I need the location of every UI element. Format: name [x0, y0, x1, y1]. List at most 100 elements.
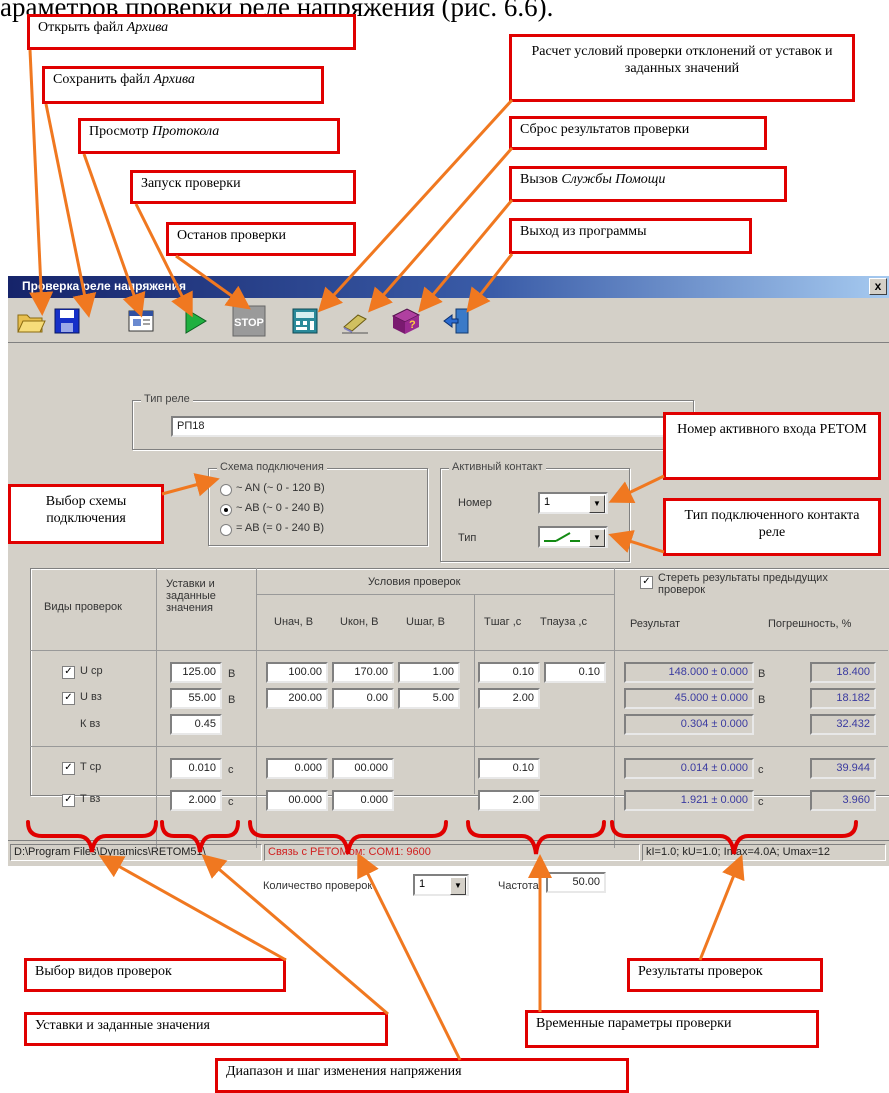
ukon-field[interactable]: 0.000: [332, 790, 394, 811]
contact-number-label: Номер: [458, 497, 492, 509]
scheme-radio-an[interactable]: [220, 484, 232, 496]
setting-field[interactable]: 0.45: [170, 714, 222, 735]
contact-type-select[interactable]: ▼: [538, 526, 608, 548]
unach-field[interactable]: 00.000: [266, 790, 328, 811]
count-label: Количество проверок: [263, 880, 373, 892]
arrow-check-types: [98, 855, 287, 962]
callout-start: Запуск проверки: [130, 170, 356, 204]
tshag-field[interactable]: 2.00: [478, 688, 540, 709]
relay-type-field[interactable]: РП18: [171, 416, 671, 437]
setting-field[interactable]: 125.00: [170, 662, 222, 683]
svg-text:STOP: STOP: [234, 317, 264, 329]
col-ukon-header: Uкон, В: [340, 616, 379, 628]
ushag-field[interactable]: 5.00: [398, 688, 460, 709]
reset-results-button[interactable]: [338, 304, 372, 338]
help-service-button[interactable]: ?: [388, 304, 422, 338]
callout-scheme: Выбор схемы подключения: [8, 484, 164, 544]
stop-icon: STOP: [232, 305, 266, 337]
row-name: U вз: [80, 691, 102, 703]
count-select[interactable]: 1 ▼: [413, 874, 469, 896]
ushag-field[interactable]: 1.00: [398, 662, 460, 683]
start-check-button[interactable]: [178, 304, 212, 338]
stop-check-button[interactable]: STOP: [232, 304, 266, 338]
scheme-radio-ab-ac[interactable]: [220, 504, 232, 516]
callout-results: Результаты проверок: [627, 958, 823, 992]
calculate-conditions-button[interactable]: [288, 304, 322, 338]
callout-view-protocol: Просмотр Протокола: [78, 118, 340, 154]
callout-exit: Выход из программы: [509, 218, 752, 254]
callout-italic: Архива: [153, 72, 195, 87]
save-archive-button[interactable]: [50, 304, 84, 338]
relay-type-label: Тип реле: [141, 393, 193, 405]
status-params: kI=1.0; kU=1.0; Imax=4.0A; Umax=12: [642, 844, 886, 861]
col-ushag-header: Uшаг, В: [406, 616, 446, 628]
check-tvz-checkbox[interactable]: ✓: [62, 794, 75, 807]
close-window-button[interactable]: x: [869, 278, 887, 295]
callout-italic: Архива: [126, 20, 169, 35]
status-connection: Связь с РЕТОМом: COM1: 9600: [264, 844, 640, 861]
setting-field[interactable]: 0.010: [170, 758, 222, 779]
status-bar: D:\Program Files\Dynamics\RETOM51\ Связь…: [8, 840, 889, 865]
error-field: 39.944: [810, 758, 876, 779]
error-field: 32.432: [810, 714, 876, 735]
arrow-results: [698, 854, 745, 961]
ukon-field[interactable]: 0.00: [332, 688, 394, 709]
clear-results-label: Стереть результаты предыдущих проверок: [658, 572, 828, 596]
tpause-field[interactable]: 0.10: [544, 662, 606, 683]
play-icon: [185, 308, 207, 334]
clear-results-checkbox[interactable]: ✓: [640, 576, 653, 589]
document-window-icon: [128, 310, 154, 332]
check-tcp-checkbox[interactable]: ✓: [62, 762, 75, 775]
window-title: Проверка реле напряжения: [22, 279, 186, 293]
check-ucp-checkbox[interactable]: ✓: [62, 666, 75, 679]
view-protocol-button[interactable]: [124, 304, 158, 338]
ukon-field[interactable]: 170.00: [332, 662, 394, 683]
help-book-icon: ?: [391, 308, 421, 334]
callout-contact-type: Тип подключенного контакта реле: [663, 498, 881, 556]
callout-text: Открыть файл: [38, 20, 124, 35]
result-field: 45.000 ± 0.000: [624, 688, 754, 709]
exit-program-button[interactable]: [440, 304, 474, 338]
contact-number-select[interactable]: 1 ▼: [538, 492, 608, 514]
col-conditions-header: Условия проверок: [368, 576, 461, 588]
open-folder-icon: [17, 314, 46, 333]
scheme-option-ab-dc: = AB (= 0 - 240 В): [236, 522, 325, 534]
arrow-open: [28, 49, 54, 316]
setting-field[interactable]: 2.000: [170, 790, 222, 811]
callout-text: Просмотр: [89, 124, 149, 139]
setting-field[interactable]: 55.00: [170, 688, 222, 709]
unach-field[interactable]: 0.000: [266, 758, 328, 779]
result-field: 148.000 ± 0.000: [624, 662, 754, 683]
tshag-field[interactable]: 0.10: [478, 758, 540, 779]
row-name: T вз: [80, 793, 101, 805]
callout-italic: Службы Помощи: [561, 172, 666, 187]
ukon-field[interactable]: 00.000: [332, 758, 394, 779]
title-bar: Проверка реле напряжения x: [8, 276, 889, 298]
unach-field[interactable]: 200.00: [266, 688, 328, 709]
calculator-icon: [292, 308, 318, 334]
col-tshag-header: Tшаг ,с: [484, 616, 522, 628]
freq-field[interactable]: 50.00: [546, 872, 606, 893]
callout-stop: Останов проверки: [166, 222, 356, 256]
callout-italic: Протокола: [152, 124, 220, 139]
tshag-field[interactable]: 2.00: [478, 790, 540, 811]
row-name: U ср: [80, 665, 103, 677]
callout-help: Вызов Службы Помощи: [509, 166, 787, 202]
result-unit: с: [758, 796, 764, 808]
col-types-header: Виды проверок: [44, 601, 122, 613]
callout-input-number: Номер активного входа РЕТОМ: [663, 412, 881, 480]
contact-symbol-icon: [544, 532, 580, 542]
result-field: 0.304 ± 0.000: [624, 714, 754, 735]
callout-text: Вызов: [520, 172, 558, 187]
unit-label: с: [228, 764, 234, 776]
eraser-icon: [342, 314, 368, 334]
unach-field[interactable]: 100.00: [266, 662, 328, 683]
col-result-header: Результат: [630, 618, 681, 630]
contact-number-value: 1: [544, 496, 551, 508]
check-uvz-checkbox[interactable]: ✓: [62, 692, 75, 705]
callout-text: Сохранить файл: [53, 72, 150, 87]
scheme-radio-ab-dc[interactable]: [220, 524, 232, 536]
tshag-field[interactable]: 0.10: [478, 662, 540, 683]
result-unit: с: [758, 764, 764, 776]
open-archive-button[interactable]: [14, 304, 48, 338]
